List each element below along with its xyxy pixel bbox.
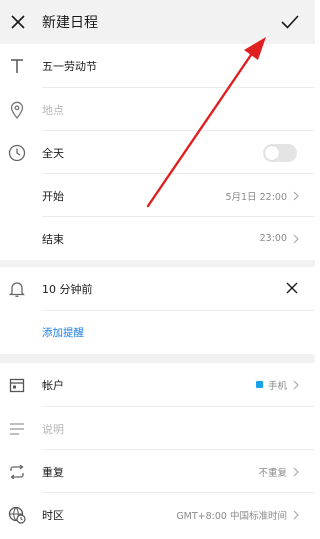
section-divider: [0, 260, 315, 267]
add-reminder-link[interactable]: 添加提醒: [42, 325, 84, 340]
end-value-group[interactable]: 23:00: [260, 217, 299, 260]
end-label: 结束: [42, 232, 64, 246]
repeat-label: 重复: [42, 465, 64, 479]
calendar-icon: [0, 364, 34, 407]
timezone-label: 时区: [42, 508, 64, 522]
clock-icon: [0, 131, 34, 174]
timezone-value-group[interactable]: GMT+8:00 中国标准时间: [176, 493, 299, 536]
allday-label: 全天: [42, 146, 64, 160]
globe-clock-icon: [0, 493, 34, 536]
timezone-row[interactable]: 时区 GMT+8:00 中国标准时间: [0, 493, 315, 536]
account-value-group[interactable]: 手机: [255, 363, 299, 406]
location-row[interactable]: 地点: [0, 88, 315, 131]
close-icon: [286, 282, 298, 294]
repeat-value: 不重复: [258, 467, 287, 479]
reminder-value: 10 分钟前: [42, 283, 93, 296]
allday-toggle[interactable]: [263, 144, 297, 162]
account-color-dot: [255, 381, 263, 388]
start-value-group[interactable]: 5月1日 22:00: [226, 174, 300, 217]
close-icon: [11, 15, 25, 29]
bell-icon: [0, 268, 34, 311]
title-field[interactable]: 五一劳动节: [42, 58, 97, 74]
end-row[interactable]: 结束 23:00: [0, 217, 315, 260]
location-field[interactable]: 地点: [42, 102, 64, 118]
account-value: 手机: [267, 380, 287, 392]
text-icon: [0, 45, 34, 88]
chevron-right-icon: [293, 467, 299, 477]
chevron-right-icon: [293, 234, 299, 244]
account-row[interactable]: 帐户 手机: [0, 363, 315, 407]
description-lines-icon: [0, 407, 34, 450]
reminder-row[interactable]: 10 分钟前: [0, 267, 315, 311]
description-field[interactable]: 说明: [42, 421, 64, 437]
start-value: 5月1日 22:00: [225, 191, 288, 203]
save-button[interactable]: [275, 0, 305, 44]
toggle-knob: [265, 146, 279, 160]
top-bar: 新建日程: [0, 0, 315, 44]
start-label: 开始: [42, 189, 64, 203]
remove-reminder-button[interactable]: [283, 279, 301, 297]
repeat-icon: [0, 450, 34, 493]
title-row[interactable]: 五一劳动节: [0, 44, 315, 88]
account-label: 帐户: [42, 379, 64, 392]
chevron-right-icon: [293, 380, 299, 390]
repeat-value-group[interactable]: 不重复: [258, 450, 299, 493]
allday-row[interactable]: 全天: [0, 131, 315, 174]
chevron-right-icon: [293, 191, 299, 201]
timezone-value: GMT+8:00 中国标准时间: [176, 510, 287, 522]
repeat-row[interactable]: 重复 不重复: [0, 450, 315, 493]
end-value: 23:00: [259, 233, 287, 244]
add-reminder-row[interactable]: 添加提醒: [0, 311, 315, 354]
checkmark-icon: [281, 15, 299, 29]
close-button[interactable]: [0, 0, 36, 44]
chevron-right-icon: [293, 510, 299, 520]
start-row[interactable]: 开始 5月1日 22:00: [0, 174, 315, 217]
description-row[interactable]: 说明: [0, 407, 315, 450]
location-pin-icon: [0, 88, 34, 131]
section-divider: [0, 354, 315, 363]
page-title: 新建日程: [42, 15, 98, 31]
